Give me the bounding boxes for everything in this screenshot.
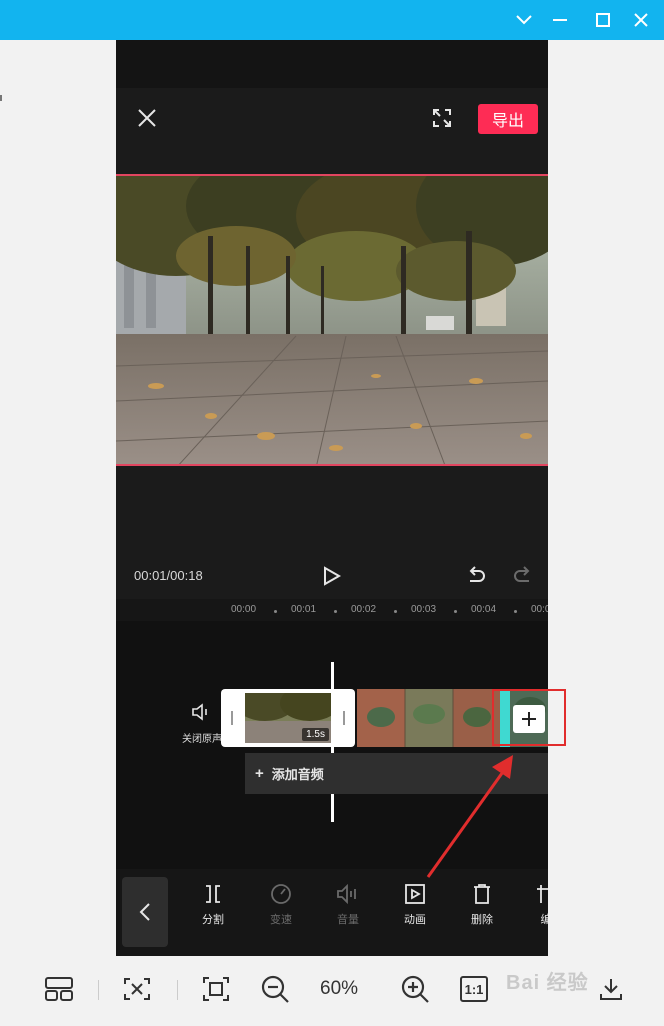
toolbar-separator (98, 980, 99, 1000)
tool-label: 删除 (471, 914, 493, 926)
trash-icon (474, 884, 490, 904)
tool-label: 动画 (404, 914, 426, 926)
tool-label: 变速 (270, 914, 292, 926)
one-to-one-label: 1:1 (460, 976, 488, 1002)
tool-label: 分割 (202, 914, 224, 926)
chevron-down-icon[interactable] (512, 8, 536, 32)
tool-speed[interactable]: 变速 (256, 883, 306, 927)
actual-size-button[interactable]: 1:1 (458, 972, 490, 1006)
undo-icon[interactable] (466, 566, 486, 591)
annotation-arrow (426, 755, 513, 878)
ruler-tick-label: 00:04 (471, 604, 497, 615)
split-icon (206, 885, 220, 903)
layout-icon[interactable] (43, 972, 75, 1006)
chevron-left-icon (139, 903, 150, 921)
tool-split[interactable]: 分割 (188, 883, 238, 927)
close-icon[interactable] (137, 108, 157, 133)
ruler-tick-label: 00:0 (531, 604, 548, 615)
zoom-in-icon[interactable] (398, 972, 432, 1006)
left-edge-mark (0, 95, 2, 101)
close-window-button[interactable] (629, 8, 653, 32)
play-icon[interactable] (322, 566, 342, 591)
time-ruler: 00:00 00:01 00:02 00:03 00:04 00:0 (116, 599, 548, 621)
redo-icon[interactable] (513, 566, 533, 591)
tool-label: 编 (540, 914, 549, 926)
timeline-clip[interactable] (357, 689, 500, 747)
add-audio-label: 添加音频 (271, 767, 324, 782)
export-button[interactable]: 导出 (478, 104, 538, 134)
tool-animation[interactable]: 动画 (390, 883, 440, 927)
download-icon[interactable] (596, 972, 626, 1006)
speed-icon (271, 884, 291, 904)
tool-edit[interactable]: 编 (521, 883, 548, 927)
edit-icon (537, 885, 548, 903)
video-preview (116, 174, 548, 466)
ruler-tick-label: 00:03 (411, 604, 437, 615)
zoom-out-icon[interactable] (258, 972, 292, 1006)
volume-icon (337, 883, 356, 905)
mute-audio-label[interactable]: 关闭原声 (180, 730, 224, 745)
fit-window-icon[interactable] (121, 972, 153, 1006)
baidu-watermark: Bai 经验 (506, 972, 589, 994)
tool-volume[interactable]: 音量 (323, 883, 373, 927)
ruler-tick-label: 00:02 (351, 604, 377, 615)
fullscreen-icon[interactable] (432, 108, 452, 133)
toolbar-separator (177, 980, 178, 1000)
plus-icon: + (255, 765, 264, 782)
playhead[interactable] (331, 662, 334, 822)
clip-left-handle[interactable] (231, 711, 233, 725)
status-strip (116, 40, 548, 88)
mute-audio-icon[interactable] (191, 702, 213, 727)
window-titlebar (0, 0, 664, 40)
highlight-annotation-box (492, 689, 566, 746)
clip-right-handle[interactable] (343, 711, 345, 725)
animation-icon (405, 884, 425, 904)
ruler-tick-label: 00:01 (291, 604, 317, 615)
back-button[interactable] (122, 877, 168, 947)
maximize-button[interactable] (591, 8, 615, 32)
ruler-tick-label: 00:00 (231, 604, 257, 615)
actual-frame-icon[interactable] (200, 972, 232, 1006)
selected-clip[interactable]: 1.5s (221, 689, 355, 747)
tool-label: 音量 (337, 914, 359, 926)
minimize-button[interactable] (548, 8, 572, 32)
zoom-level: 60% (320, 978, 359, 999)
time-display: 00:01/00:18 (134, 568, 203, 583)
clip-thumbnail: 1.5s (245, 693, 331, 743)
tool-delete[interactable]: 删除 (457, 883, 507, 927)
clip-duration-badge: 1.5s (302, 728, 329, 741)
